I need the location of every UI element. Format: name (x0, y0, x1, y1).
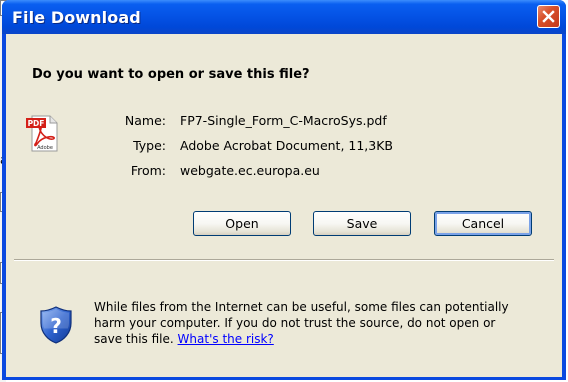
divider-highlight (14, 260, 554, 261)
file-download-dialog: File Download Do you want to open or sav… (2, 0, 566, 380)
file-name-value: FP7-Single_Form_C-MacroSys.pdf (180, 113, 387, 128)
whats-the-risk-link[interactable]: What's the risk? (178, 332, 274, 346)
close-icon (542, 10, 555, 23)
cancel-button[interactable]: Cancel (434, 211, 532, 236)
file-type-row: Type: Adobe Acrobat Document, 11,3KB (6, 138, 562, 154)
file-from-value: webgate.ec.europa.eu (180, 163, 320, 178)
warning-line-3: save this file. What's the risk? (94, 331, 554, 347)
warning-line-3-text: save this file. (94, 332, 174, 346)
window-title: File Download (12, 8, 141, 27)
svg-text:?: ? (50, 314, 62, 338)
file-name-label: Name: (124, 113, 166, 128)
title-bar[interactable]: File Download (2, 0, 566, 34)
save-button[interactable]: Save (313, 211, 411, 236)
close-button[interactable] (537, 5, 560, 28)
open-button[interactable]: Open (193, 211, 291, 236)
file-type-value: Adobe Acrobat Document, 11,3KB (180, 138, 394, 153)
warning-line-2: harm your computer. If you do not trust … (94, 316, 496, 330)
dialog-question: Do you want to open or save this file? (32, 67, 310, 82)
dialog-body: Do you want to open or save this file? P… (6, 34, 562, 377)
security-shield-icon: ? (38, 305, 74, 345)
file-type-label: Type: (133, 138, 166, 153)
warning-line-1: While files from the Internet can be use… (94, 300, 509, 314)
file-from-label: From: (130, 163, 166, 178)
file-from-row: From: webgate.ec.europa.eu (6, 163, 562, 179)
security-warning: While files from the Internet can be use… (94, 299, 554, 347)
file-name-row: Name: FP7-Single_Form_C-MacroSys.pdf (6, 113, 562, 129)
